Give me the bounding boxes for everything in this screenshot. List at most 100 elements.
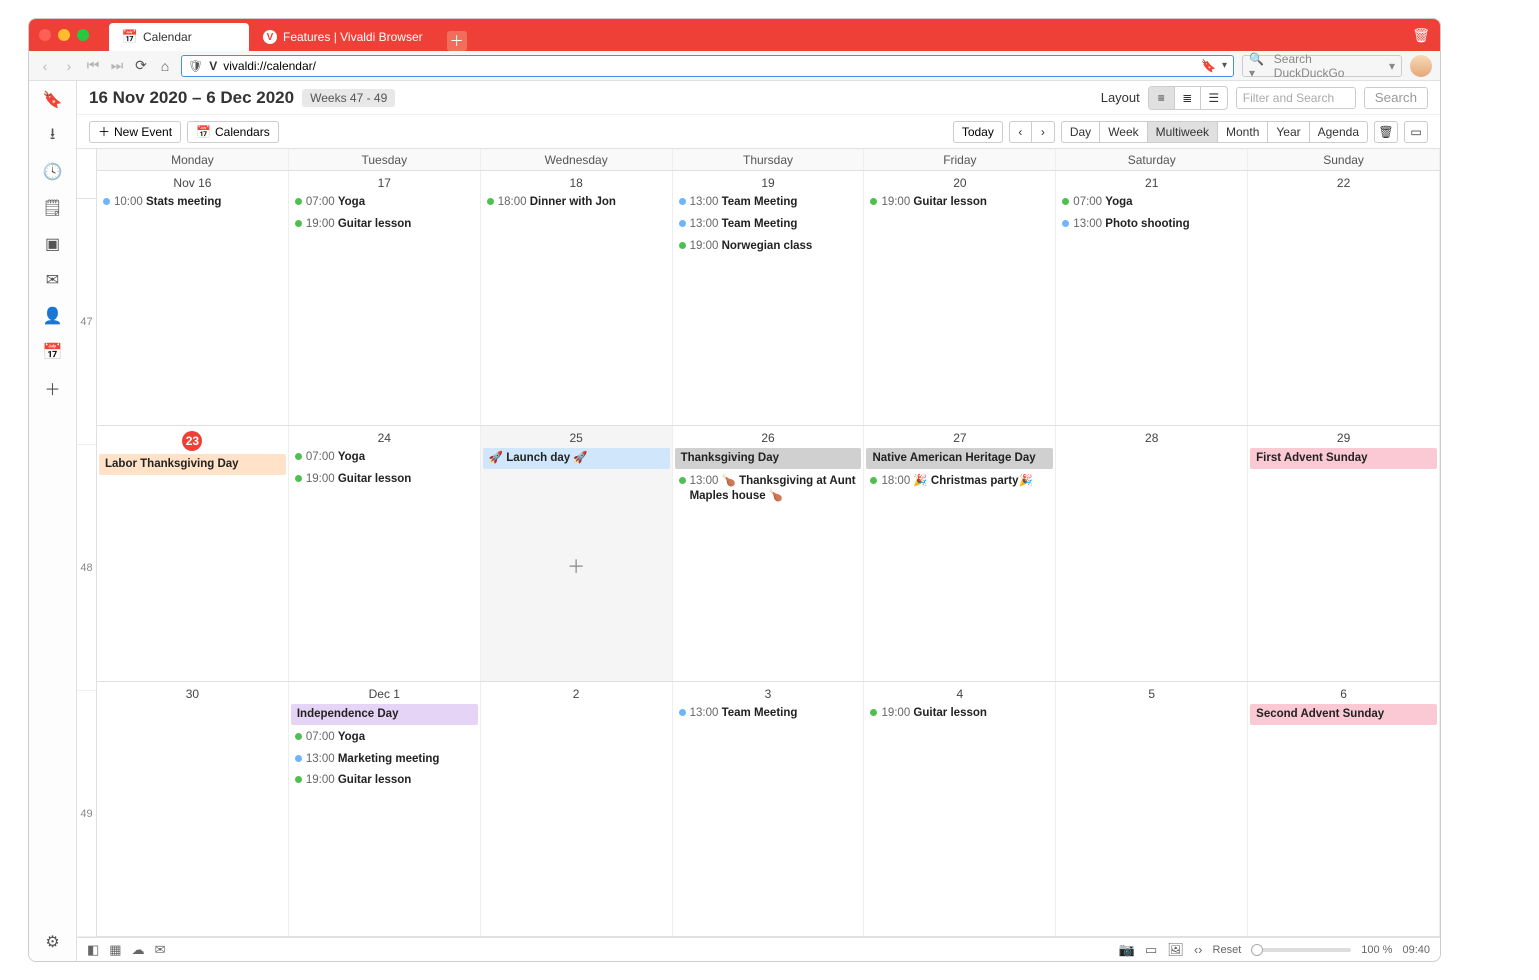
next-period-icon[interactable]: › (1032, 122, 1054, 142)
reload-icon[interactable]: ⟳ (133, 58, 149, 74)
settings-gear-icon[interactable]: ⚙ (44, 933, 62, 951)
nav-forward-icon[interactable]: › (61, 58, 77, 74)
view-year[interactable]: Year (1268, 122, 1309, 142)
shield-icon[interactable]: 🛡 (188, 59, 203, 73)
profile-avatar[interactable] (1410, 55, 1432, 77)
bookmark-page-icon[interactable]: 🔖 (1201, 59, 1216, 73)
day-cell[interactable]: Dec 1Independence Day07:00 Yoga13:00 Mar… (289, 682, 481, 936)
calendar-event[interactable]: 07:00 Yoga (1058, 193, 1245, 212)
maximize-window-icon[interactable] (77, 29, 89, 41)
page-actions-icon[interactable]: ‹› (1194, 942, 1203, 957)
day-cell[interactable]: 30 (97, 682, 289, 936)
day-cell[interactable]: 313:00 Team Meeting (673, 682, 865, 936)
day-cell[interactable]: 2107:00 Yoga13:00 Photo shooting (1056, 171, 1248, 425)
closed-tabs-trash-icon[interactable]: 🗑 (1412, 27, 1430, 44)
calendar-event[interactable]: 13:00 Team Meeting (675, 193, 862, 212)
calendar-event[interactable]: Independence Day (291, 704, 478, 725)
day-cell[interactable]: 27Native American Heritage Day18:00 🎉 Ch… (864, 426, 1056, 680)
view-multiweek[interactable]: Multiweek (1148, 122, 1218, 142)
panel-toggle-icon[interactable]: ◧ (87, 942, 99, 958)
prev-period-icon[interactable]: ‹ (1010, 122, 1032, 142)
layout-dense-icon[interactable]: ≡ (1149, 87, 1175, 109)
history-icon[interactable]: 🕓 (44, 163, 62, 181)
calendar-event[interactable]: Labor Thanksgiving Day (99, 454, 286, 475)
day-cell[interactable]: 25🚀 Launch day 🚀＋ (481, 426, 673, 680)
today-button[interactable]: Today (953, 121, 1003, 143)
calendar-event[interactable]: 19:00 Guitar lesson (291, 771, 478, 790)
view-week[interactable]: Week (1100, 122, 1147, 142)
calendar-event[interactable]: Native American Heritage Day (866, 448, 1053, 469)
day-cell[interactable]: 23Labor Thanksgiving Day (97, 426, 289, 680)
window-panel-icon[interactable]: ▣ (44, 235, 62, 253)
nav-back-icon[interactable]: ‹ (37, 58, 53, 74)
minimize-window-icon[interactable] (58, 29, 70, 41)
calendar-panel-icon[interactable]: 📅 (44, 343, 62, 361)
calendar-event[interactable]: 13:00 Team Meeting (675, 704, 862, 723)
tab-features[interactable]: V Features | Vivaldi Browser (249, 23, 437, 51)
zoom-reset[interactable]: Reset (1213, 944, 1242, 956)
rewind-icon[interactable]: ⏮ (85, 58, 101, 74)
address-input[interactable] (223, 59, 1195, 73)
mail-icon[interactable]: ✉ (44, 271, 62, 289)
day-cell[interactable]: 22 (1248, 171, 1440, 425)
day-cell[interactable]: 28 (1056, 426, 1248, 680)
day-cell[interactable]: 419:00 Guitar lesson (864, 682, 1056, 936)
view-day[interactable]: Day (1062, 122, 1100, 142)
calendar-event[interactable]: 07:00 Yoga (291, 728, 478, 747)
calendar-event[interactable]: 19:00 Guitar lesson (291, 215, 478, 234)
new-event-button[interactable]: ＋New Event (89, 121, 181, 143)
toggle-sidebar-icon[interactable]: ▭ (1404, 121, 1428, 143)
calendar-event[interactable]: Thanksgiving Day (675, 448, 862, 469)
layout-detailed-icon[interactable]: ☰ (1201, 87, 1227, 109)
search-button[interactable]: Search (1364, 87, 1428, 109)
day-cell[interactable]: Nov 1610:00 Stats meeting (97, 171, 289, 425)
fast-forward-icon[interactable]: ⏭ (109, 58, 125, 74)
mail-status-icon[interactable]: ✉ (155, 942, 166, 958)
calendar-event[interactable]: 13:00 Team Meeting (675, 215, 862, 234)
calendar-event[interactable]: 🚀 Launch day 🚀 (483, 448, 670, 469)
new-tab-button[interactable]: ＋ (447, 31, 467, 51)
calendar-event[interactable]: 13:00 🍗 Thanksgiving at Aunt Maples hous… (675, 472, 862, 506)
search-field[interactable]: 🔍▾ Search DuckDuckGo ▾ (1242, 55, 1402, 77)
home-icon[interactable]: ⌂ (157, 58, 173, 74)
calendar-event[interactable]: 19:00 Guitar lesson (291, 470, 478, 489)
day-cell[interactable]: 2407:00 Yoga19:00 Guitar lesson (289, 426, 481, 680)
calendar-event[interactable]: 07:00 Yoga (291, 448, 478, 467)
day-cell[interactable]: 1913:00 Team Meeting13:00 Team Meeting19… (673, 171, 865, 425)
calendar-event[interactable]: Second Advent Sunday (1250, 704, 1437, 725)
calendar-event[interactable]: 18:00 🎉 Christmas party🎉 (866, 472, 1053, 491)
break-mode-icon[interactable]: ▭ (1145, 942, 1157, 958)
search-dropdown-icon[interactable]: ▾ (1389, 59, 1395, 73)
add-event-plus-icon[interactable]: ＋ (567, 553, 585, 579)
zoom-slider[interactable] (1251, 948, 1351, 952)
day-cell[interactable]: 6Second Advent Sunday (1248, 682, 1440, 936)
sync-cloud-icon[interactable]: ☁ (132, 942, 145, 958)
calendar-event[interactable]: 13:00 Marketing meeting (291, 750, 478, 769)
day-cell[interactable]: 5 (1056, 682, 1248, 936)
calendar-event[interactable]: 19:00 Guitar lesson (866, 704, 1053, 723)
contacts-icon[interactable]: 👤 (44, 307, 62, 325)
calendar-event[interactable]: 07:00 Yoga (291, 193, 478, 212)
day-cell[interactable]: 1818:00 Dinner with Jon (481, 171, 673, 425)
day-cell[interactable]: 29First Advent Sunday (1248, 426, 1440, 680)
calendar-event[interactable]: 13:00 Photo shooting (1058, 215, 1245, 234)
add-panel-icon[interactable]: ＋ (44, 379, 62, 397)
calendars-button[interactable]: 📅Calendars (187, 121, 279, 143)
day-cell[interactable]: 2019:00 Guitar lesson (864, 171, 1056, 425)
address-bar[interactable]: 🛡 V 🔖 ▾ (181, 55, 1234, 77)
bookmark-icon[interactable]: 🔖 (44, 91, 62, 109)
address-dropdown-icon[interactable]: ▾ (1222, 60, 1227, 71)
images-toggle-icon[interactable]: 🖼 (1167, 942, 1184, 958)
day-cell[interactable]: 2 (481, 682, 673, 936)
calendar-event[interactable]: 18:00 Dinner with Jon (483, 193, 670, 212)
layout-medium-icon[interactable]: ≣ (1175, 87, 1201, 109)
day-cell[interactable]: 1707:00 Yoga19:00 Guitar lesson (289, 171, 481, 425)
calendar-event[interactable]: 19:00 Norwegian class (675, 237, 862, 256)
close-window-icon[interactable] (39, 29, 51, 41)
notes-icon[interactable]: 🗒 (44, 199, 62, 217)
calendar-event[interactable]: 19:00 Guitar lesson (866, 193, 1053, 212)
calendar-event[interactable]: First Advent Sunday (1250, 448, 1437, 469)
capture-icon[interactable]: 📷 (1119, 942, 1135, 958)
calendar-event[interactable]: 10:00 Stats meeting (99, 193, 286, 212)
view-agenda[interactable]: Agenda (1310, 122, 1367, 142)
